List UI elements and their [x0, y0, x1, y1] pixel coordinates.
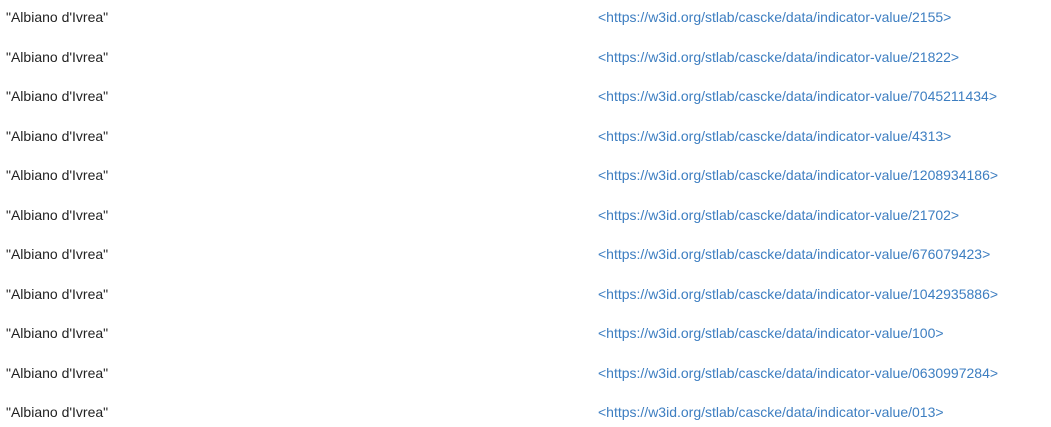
- literal-cell: "Albiano d'Ivrea": [6, 167, 109, 183]
- literal-cell: "Albiano d'Ivrea": [6, 88, 109, 104]
- literal-cell: "Albiano d'Ivrea": [6, 286, 109, 302]
- table-row: "Albiano d'Ivrea" <https://w3id.org/stla…: [0, 323, 1051, 343]
- indicator-value-link[interactable]: <https://w3id.org/stlab/cascke/data/indi…: [598, 323, 944, 343]
- table-row: "Albiano d'Ivrea" <https://w3id.org/stla…: [0, 402, 1051, 422]
- table-row: "Albiano d'Ivrea" <https://w3id.org/stla…: [0, 7, 1051, 27]
- table-row: "Albiano d'Ivrea" <https://w3id.org/stla…: [0, 165, 1051, 185]
- table-row: "Albiano d'Ivrea" <https://w3id.org/stla…: [0, 284, 1051, 304]
- results-table: "Albiano d'Ivrea" <https://w3id.org/stla…: [0, 0, 1051, 427]
- indicator-value-link[interactable]: <https://w3id.org/stlab/cascke/data/indi…: [598, 7, 951, 27]
- table-row: "Albiano d'Ivrea" <https://w3id.org/stla…: [0, 205, 1051, 225]
- literal-cell: "Albiano d'Ivrea": [6, 325, 109, 341]
- literal-cell: "Albiano d'Ivrea": [6, 365, 109, 381]
- table-row: "Albiano d'Ivrea" <https://w3id.org/stla…: [0, 363, 1051, 383]
- indicator-value-link[interactable]: <https://w3id.org/stlab/cascke/data/indi…: [598, 244, 990, 264]
- literal-cell: "Albiano d'Ivrea": [6, 49, 109, 65]
- literal-cell: "Albiano d'Ivrea": [6, 246, 109, 262]
- table-row: "Albiano d'Ivrea" <https://w3id.org/stla…: [0, 47, 1051, 67]
- literal-cell: "Albiano d'Ivrea": [6, 207, 109, 223]
- indicator-value-link[interactable]: <https://w3id.org/stlab/cascke/data/indi…: [598, 363, 998, 383]
- table-row: "Albiano d'Ivrea" <https://w3id.org/stla…: [0, 244, 1051, 264]
- literal-cell: "Albiano d'Ivrea": [6, 128, 109, 144]
- literal-cell: "Albiano d'Ivrea": [6, 404, 109, 420]
- indicator-value-link[interactable]: <https://w3id.org/stlab/cascke/data/indi…: [598, 126, 951, 146]
- table-row: "Albiano d'Ivrea" <https://w3id.org/stla…: [0, 126, 1051, 146]
- table-row: "Albiano d'Ivrea" <https://w3id.org/stla…: [0, 86, 1051, 106]
- indicator-value-link[interactable]: <https://w3id.org/stlab/cascke/data/indi…: [598, 165, 998, 185]
- indicator-value-link[interactable]: <https://w3id.org/stlab/cascke/data/indi…: [598, 402, 944, 422]
- indicator-value-link[interactable]: <https://w3id.org/stlab/cascke/data/indi…: [598, 284, 998, 304]
- indicator-value-link[interactable]: <https://w3id.org/stlab/cascke/data/indi…: [598, 47, 959, 67]
- literal-cell: "Albiano d'Ivrea": [6, 9, 109, 25]
- indicator-value-link[interactable]: <https://w3id.org/stlab/cascke/data/indi…: [598, 86, 997, 106]
- indicator-value-link[interactable]: <https://w3id.org/stlab/cascke/data/indi…: [598, 205, 959, 225]
